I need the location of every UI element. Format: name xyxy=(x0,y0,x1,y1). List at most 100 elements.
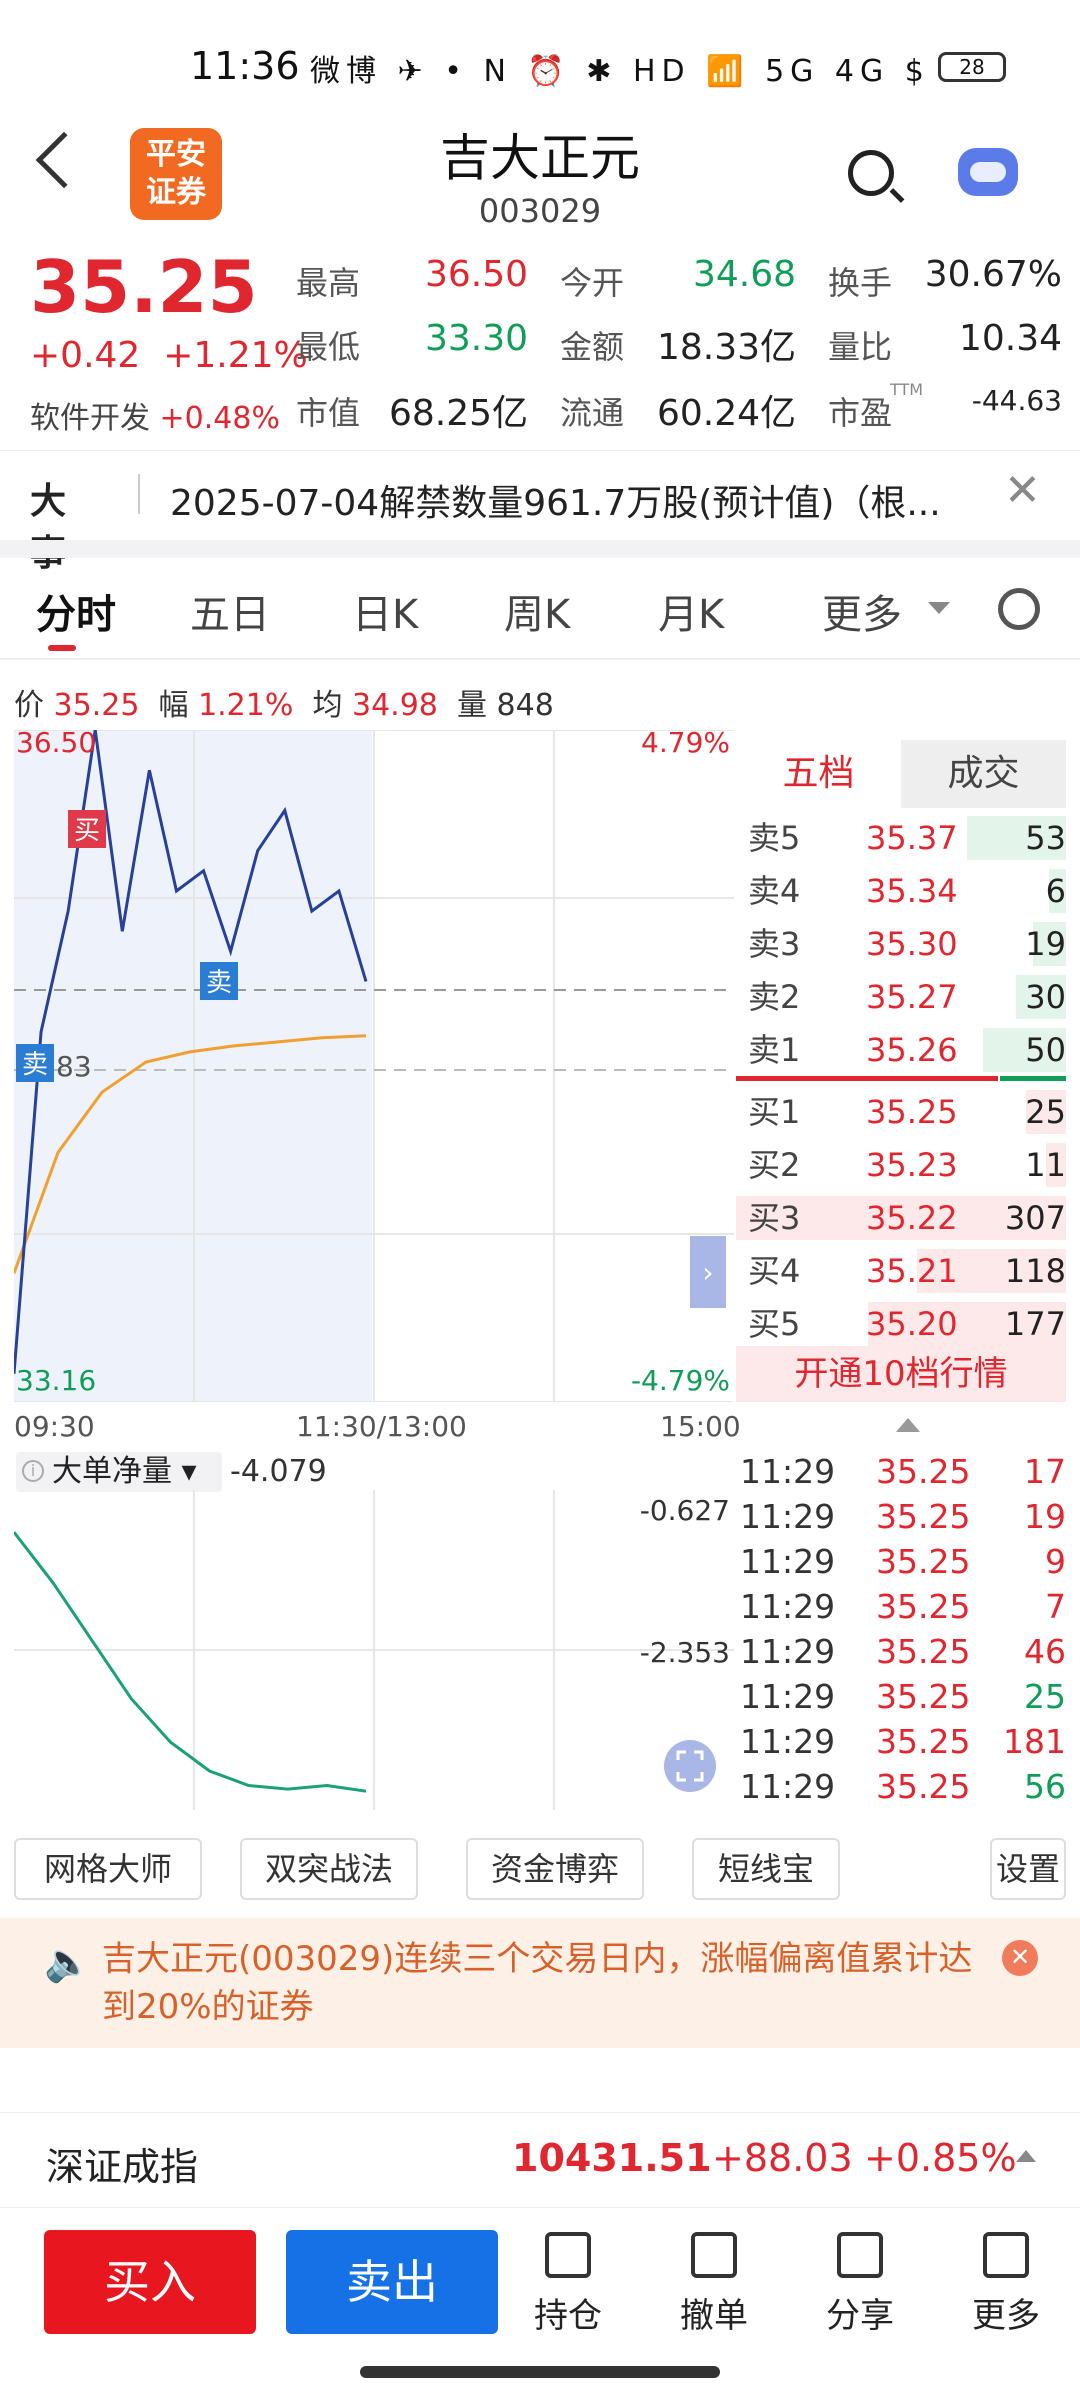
stat-value: 34.68 xyxy=(692,254,796,295)
bottom-item-label: 持仓 xyxy=(534,2296,602,2336)
tool-button-4[interactable]: 设置 xyxy=(990,1838,1066,1900)
bid-volume: 25 xyxy=(1025,1093,1066,1131)
buy-button[interactable]: 买入 xyxy=(44,2230,256,2334)
tick-time: 11:29 xyxy=(740,1722,836,1761)
price-change: +0.42 +1.21% xyxy=(30,335,308,376)
event-text[interactable]: 2025-07-04解禁数量961.7万股(预计值)（根... xyxy=(170,474,990,526)
big-order-net-line xyxy=(14,1531,367,1793)
bottom-item-label: 分享 xyxy=(826,2296,894,2336)
notice-close-icon[interactable]: ✕ xyxy=(1002,1940,1038,1976)
gear-icon[interactable] xyxy=(998,588,1040,630)
tab-3[interactable]: 周K xyxy=(504,582,570,640)
tick-time: 11:29 xyxy=(740,1452,836,1491)
bottom-item-1[interactable]: 撤单 xyxy=(654,2232,774,2337)
share-icon xyxy=(837,2232,883,2278)
expand-arrow-icon[interactable]: › xyxy=(690,1236,726,1308)
indicator-selector[interactable]: 大单净量 ▾ xyxy=(16,1452,222,1492)
stat-superscript: TTM xyxy=(890,380,924,399)
time-label-mid: 11:30/13:00 xyxy=(296,1410,467,1443)
tab-trades[interactable]: 成交 xyxy=(901,740,1066,808)
sell-marker[interactable]: 卖 xyxy=(16,1044,54,1082)
tool-button-3[interactable]: 短线宝 xyxy=(692,1838,840,1900)
home-indicator[interactable] xyxy=(360,2366,720,2378)
stat-value: 18.33亿 xyxy=(656,327,796,368)
tab-4[interactable]: 月K xyxy=(658,582,724,640)
intraday-chart[interactable]: 36.50 33.16 4.79% -4.79% 83 买 卖 卖 › xyxy=(14,730,734,1402)
sector-change[interactable]: 软件开发 +0.48% xyxy=(30,393,280,437)
close-icon[interactable]: ✕ xyxy=(1004,465,1041,516)
tab-0[interactable]: 分时 xyxy=(36,582,116,640)
y-top-left: 36.50 xyxy=(16,730,96,759)
tick-time: 11:29 xyxy=(740,1632,836,1671)
ind-y-label-top: -0.627 xyxy=(640,1494,730,1527)
stat-label: 最低 xyxy=(296,328,361,366)
tick-volume: 9 xyxy=(1045,1542,1066,1581)
ask-price[interactable]: 35.37 xyxy=(866,812,958,865)
ask-price[interactable]: 35.30 xyxy=(866,918,958,971)
bottom-item-0[interactable]: 持仓 xyxy=(508,2232,628,2337)
more-menu-icon xyxy=(983,2232,1029,2278)
dropdown-icon[interactable] xyxy=(928,602,950,614)
tab-divider xyxy=(0,658,1080,660)
tick-price: 35.25 xyxy=(876,1722,971,1761)
buy-marker[interactable]: 买 xyxy=(68,810,106,848)
stat-label: 今开 xyxy=(560,264,625,302)
bid-price[interactable]: 35.21 xyxy=(866,1245,958,1298)
bid-volume: 307 xyxy=(1004,1199,1066,1237)
tab-five-level[interactable]: 五档 xyxy=(736,740,901,808)
info-icon[interactable]: i xyxy=(22,1460,44,1482)
tab-5[interactable]: 更多 xyxy=(822,582,902,640)
time-label-open: 09:30 xyxy=(14,1410,95,1443)
ask-label: 卖4 xyxy=(748,872,801,910)
search-icon[interactable] xyxy=(848,150,894,196)
tool-button-1[interactable]: 双突战法 xyxy=(240,1838,418,1900)
bottom-item-label: 更多 xyxy=(972,2296,1040,2336)
bottom-item-2[interactable]: 分享 xyxy=(800,2232,920,2337)
index-name: 深证成指 xyxy=(46,2145,199,2189)
ask-price[interactable]: 35.26 xyxy=(866,1024,958,1077)
y-top-right: 4.79% xyxy=(641,730,730,759)
stat-label: 最高 xyxy=(296,264,361,302)
bid-price[interactable]: 35.23 xyxy=(866,1139,958,1192)
tick-price: 35.25 xyxy=(876,1542,971,1581)
bid-label: 买4 xyxy=(748,1252,801,1290)
ask-label: 卖5 xyxy=(748,819,801,857)
ask-volume: 30 xyxy=(1025,978,1066,1016)
marker-value: 83 xyxy=(56,1050,92,1083)
tool-button-2[interactable]: 资金博弈 xyxy=(466,1838,644,1900)
ask-label: 卖2 xyxy=(748,978,801,1016)
tab-underline xyxy=(48,645,76,651)
ask-price[interactable]: 35.27 xyxy=(866,971,958,1024)
sell-marker[interactable]: 卖 xyxy=(200,962,238,1000)
tick-price: 35.25 xyxy=(876,1767,971,1806)
ask-label: 卖1 xyxy=(748,1031,801,1069)
stat-value: 68.25亿 xyxy=(388,393,528,434)
stat-label: 量比 xyxy=(828,328,893,366)
status-time: 11:36 xyxy=(190,44,300,88)
bid-label: 买2 xyxy=(748,1146,801,1184)
stat-label: 市盈 xyxy=(828,394,893,432)
tab-2[interactable]: 日K xyxy=(352,582,418,640)
tool-button-0[interactable]: 网格大师 xyxy=(14,1838,202,1900)
bottom-item-3[interactable]: 更多 xyxy=(946,2232,1066,2337)
bottom-item-label: 撤单 xyxy=(680,2296,748,2336)
scroll-up-icon[interactable] xyxy=(896,1418,920,1432)
tick-price: 35.25 xyxy=(876,1632,971,1671)
ask-price[interactable]: 35.34 xyxy=(866,865,958,918)
open-10-level-button[interactable]: 开通10档行情 xyxy=(736,1346,1066,1402)
tick-volume: 25 xyxy=(1024,1677,1066,1716)
fullscreen-icon[interactable] xyxy=(664,1740,716,1792)
tab-1[interactable]: 五日 xyxy=(190,582,270,640)
stat-value: 33.30 xyxy=(424,318,528,359)
indicator-chart[interactable]: -0.627 -2.353 xyxy=(14,1490,734,1810)
ask-volume: 19 xyxy=(1025,925,1066,963)
expand-up-icon[interactable] xyxy=(1016,2150,1036,2162)
assistant-robot-icon[interactable] xyxy=(958,148,1018,196)
sell-button[interactable]: 卖出 xyxy=(286,2230,498,2334)
svg-text:买: 买 xyxy=(74,816,100,846)
tick-volume: 56 xyxy=(1024,1767,1066,1806)
bid-price[interactable]: 35.20 xyxy=(866,1298,958,1351)
bid-price[interactable]: 35.22 xyxy=(866,1192,958,1245)
tick-volume: 19 xyxy=(1024,1497,1066,1536)
bid-price[interactable]: 35.25 xyxy=(866,1086,958,1139)
